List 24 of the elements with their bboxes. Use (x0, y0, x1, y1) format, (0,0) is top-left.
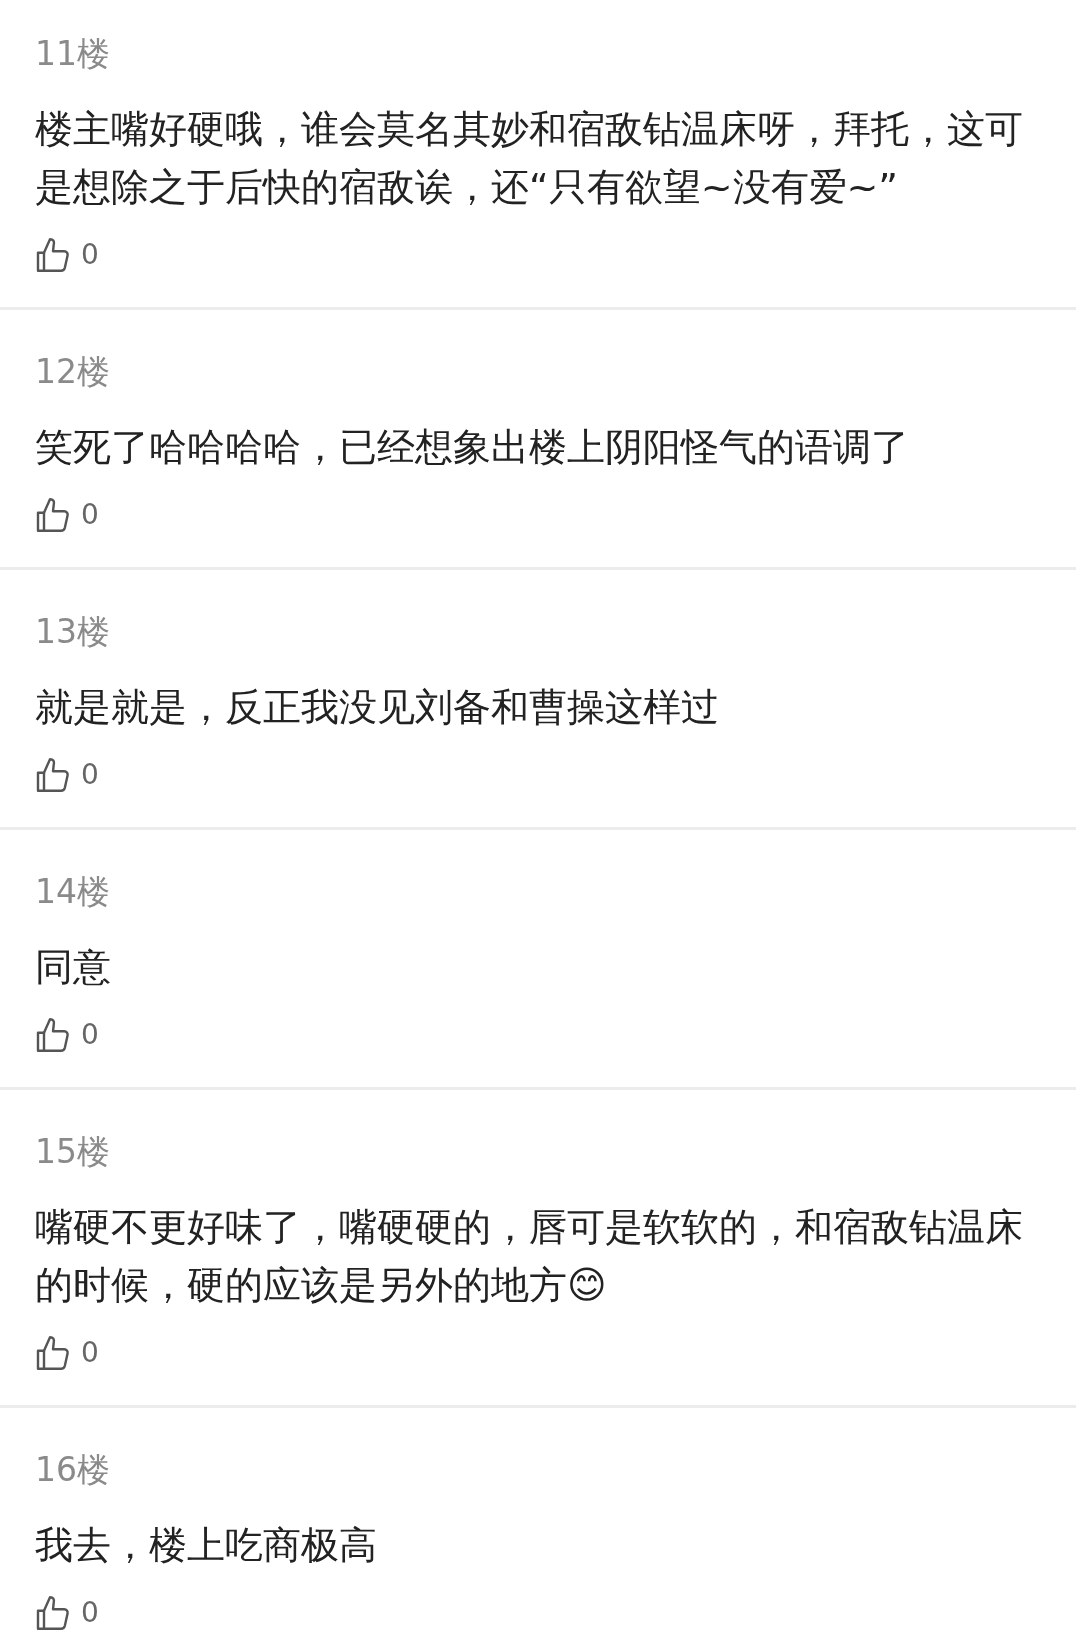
comment-text: 同意 (35, 944, 112, 991)
thumbs-up-icon[interactable] (35, 1016, 71, 1054)
floor-number: 16楼 (35, 1450, 110, 1490)
comment-text: 我去，楼上吃商极高 (35, 1522, 378, 1569)
floor-number: 12楼 (35, 352, 110, 392)
like-count: 0 (81, 1596, 99, 1630)
thumbs-up-icon[interactable] (35, 496, 71, 534)
like-count: 0 (81, 1336, 99, 1370)
thumbs-up-icon[interactable] (35, 236, 71, 274)
floor-number: 15楼 (35, 1132, 110, 1172)
like-count: 0 (81, 1018, 99, 1052)
thumbs-up-icon[interactable] (35, 756, 71, 794)
thumbs-up-icon[interactable] (35, 1334, 71, 1372)
floor-number: 11楼 (35, 34, 110, 74)
comment-text: 就是就是，反正我没见刘备和曹操这样过 (35, 684, 720, 731)
thumbs-up-icon[interactable] (35, 1594, 71, 1632)
comment-text: 楼主嘴好硬哦，谁会莫名其妙和宿敌钻温床呀，拜托，这可是想除之于后快的宿敌诶，还“只有欲望~没有爱~” (35, 106, 1024, 211)
like-count: 0 (81, 498, 99, 532)
floor-number: 14楼 (35, 872, 110, 912)
floor-number: 13楼 (35, 612, 110, 652)
like-count: 0 (81, 238, 99, 272)
comment-text: 嘴硬不更好味了，嘴硬硬的，唇可是软软的，和宿敌钻温床的时候，硬的应该是另外的地方😊 (35, 1204, 1024, 1309)
like-count: 0 (81, 758, 99, 792)
comment-text: 笑死了哈哈哈哈，已经想象出楼上阴阳怪气的语调了 (35, 424, 910, 471)
